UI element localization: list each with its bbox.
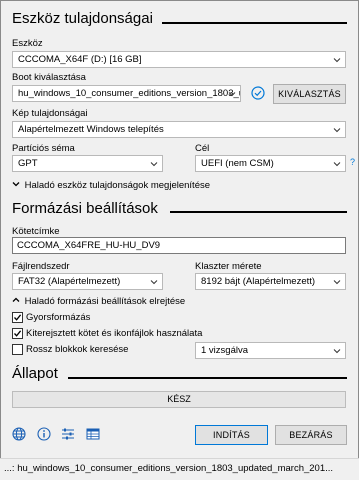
advanced-device-label: Haladó eszköz tulajdonságok megjelenítés… <box>24 180 211 191</box>
bad-blocks-label: Rossz blokkok keresése <box>26 344 129 355</box>
chevron-down-icon <box>228 90 236 98</box>
check-circle-icon[interactable] <box>251 86 265 100</box>
progress-status-text: KÉSZ <box>167 394 191 404</box>
boot-selection-value: hu_windows_10_consumer_editions_version_… <box>18 88 241 99</box>
close-button[interactable]: BEZÁRÁS <box>275 425 347 445</box>
chevron-down-icon <box>333 56 341 64</box>
advanced-format-toggle[interactable]: Haladó formázási beállítások elrejtése <box>12 296 185 307</box>
chevron-down-icon <box>12 180 22 191</box>
extended-label-text: Kiterejsztett kötet és ikonfájlok haszná… <box>26 328 203 339</box>
volume-label-input[interactable]: CCCOMA_X64FRE_HU-HU_DV9 <box>12 237 346 254</box>
chevron-up-icon <box>12 296 22 307</box>
image-option-label: Kép tulajdonságai <box>12 108 88 119</box>
chevron-down-icon <box>150 160 158 168</box>
settings-sliders-icon[interactable] <box>61 427 75 441</box>
boot-selection-label: Boot kiválasztása <box>12 72 86 83</box>
cluster-size-value: 8192 bájt (Alapértelmezett) <box>201 276 316 287</box>
target-system-label: Cél <box>195 143 210 154</box>
partition-scheme-dropdown[interactable]: GPT <box>12 155 163 172</box>
extended-label-checkbox[interactable] <box>12 328 23 339</box>
section-divider <box>162 22 347 24</box>
device-properties-heading: Eszköz tulajdonságai <box>12 10 153 27</box>
bad-blocks-passes-value: 1 vizsgálva <box>201 345 248 356</box>
cluster-size-label: Klaszter mérete <box>195 261 262 272</box>
target-help-link[interactable]: ? <box>350 157 355 167</box>
file-system-label: Fájlrendszedr <box>12 261 70 272</box>
boot-selection-dropdown[interactable]: hu_windows_10_consumer_editions_version_… <box>12 85 241 102</box>
advanced-device-toggle[interactable]: Haladó eszköz tulajdonságok megjelenítés… <box>12 180 210 191</box>
chevron-down-icon <box>333 347 341 355</box>
checkmark-icon <box>14 314 22 321</box>
section-divider <box>170 211 347 213</box>
quick-format-checkbox[interactable] <box>12 312 23 323</box>
volume-label-caption: Kötetcímke <box>12 226 60 237</box>
status-heading: Állapot <box>12 365 58 382</box>
advanced-format-label: Haladó formázási beállítások elrejtése <box>24 296 186 307</box>
select-image-button[interactable]: KIVÁLASZTÁS <box>273 84 346 104</box>
format-options-heading: Formázási beállítások <box>12 200 158 217</box>
globe-icon[interactable] <box>12 427 26 441</box>
device-value: CCCOMA_X64F (D:) [16 GB] <box>18 54 142 65</box>
file-system-value: FAT32 (Alapértelmezett) <box>18 276 121 287</box>
status-bar-text: ...: hu_windows_10_consumer_editions_ver… <box>4 463 334 474</box>
info-icon[interactable] <box>37 427 51 441</box>
section-divider <box>68 377 347 379</box>
bad-blocks-checkbox[interactable] <box>12 344 23 355</box>
log-table-icon[interactable] <box>86 427 100 441</box>
device-dropdown[interactable]: CCCOMA_X64F (D:) [16 GB] <box>12 51 346 68</box>
image-option-dropdown[interactable]: Alapértelmezett Windows telepítés <box>12 121 346 138</box>
chevron-down-icon <box>333 160 341 168</box>
target-system-dropdown[interactable]: UEFI (nem CSM) <box>195 155 346 172</box>
chevron-down-icon <box>333 278 341 286</box>
target-system-value: UEFI (nem CSM) <box>201 158 274 169</box>
chevron-down-icon <box>150 278 158 286</box>
partition-scheme-label: Partíciós séma <box>12 143 75 154</box>
start-button[interactable]: INDÍTÁS <box>195 425 268 445</box>
image-option-value: Alapértelmezett Windows telepítés <box>18 124 164 135</box>
quick-format-label: Gyorsformázás <box>26 312 91 323</box>
progress-bar: KÉSZ <box>12 391 346 408</box>
file-system-dropdown[interactable]: FAT32 (Alapértelmezett) <box>12 273 163 290</box>
checkmark-icon <box>14 330 22 337</box>
device-label: Eszköz <box>12 38 43 49</box>
chevron-down-icon <box>333 126 341 134</box>
partition-scheme-value: GPT <box>18 158 38 169</box>
cluster-size-dropdown[interactable]: 8192 bájt (Alapértelmezett) <box>195 273 346 290</box>
bad-blocks-passes-dropdown[interactable]: 1 vizsgálva <box>195 342 346 359</box>
status-bar: ...: hu_windows_10_consumer_editions_ver… <box>0 458 359 480</box>
